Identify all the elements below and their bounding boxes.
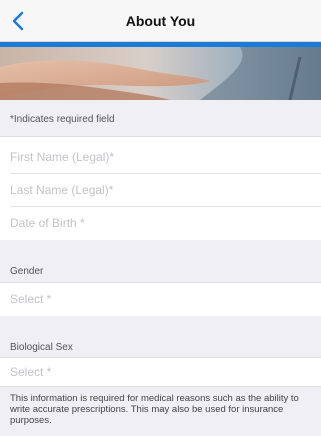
last-name-field[interactable]: Last Name (Legal)* (0, 174, 321, 207)
biological-sex-section: Biological Sex (0, 316, 321, 358)
biological-sex-select[interactable]: Select * (0, 358, 321, 386)
navigation-bar: About You (0, 0, 321, 42)
footer-note: This information is required for medical… (10, 393, 299, 426)
first-name-field[interactable]: First Name (Legal)* (0, 141, 321, 174)
footer-note-section: This information is required for medical… (0, 386, 321, 436)
gender-select[interactable]: Select * (0, 283, 321, 316)
date-of-birth-placeholder: Date of Birth * (10, 216, 85, 230)
biological-sex-label: Biological Sex (10, 342, 73, 353)
biological-sex-placeholder: Select * (10, 365, 52, 379)
gender-section: Gender (0, 240, 321, 283)
first-name-placeholder: First Name (Legal)* (10, 150, 115, 164)
last-name-placeholder: Last Name (Legal)* (10, 183, 114, 197)
gender-label: Gender (10, 266, 44, 277)
required-note-section: *Indicates required field (0, 100, 321, 137)
hero-image (0, 47, 321, 100)
page-title: About You (125, 13, 196, 29)
required-note: *Indicates required field (10, 114, 115, 125)
gender-placeholder: Select * (10, 292, 52, 306)
date-of-birth-field[interactable]: Date of Birth * (0, 207, 321, 240)
